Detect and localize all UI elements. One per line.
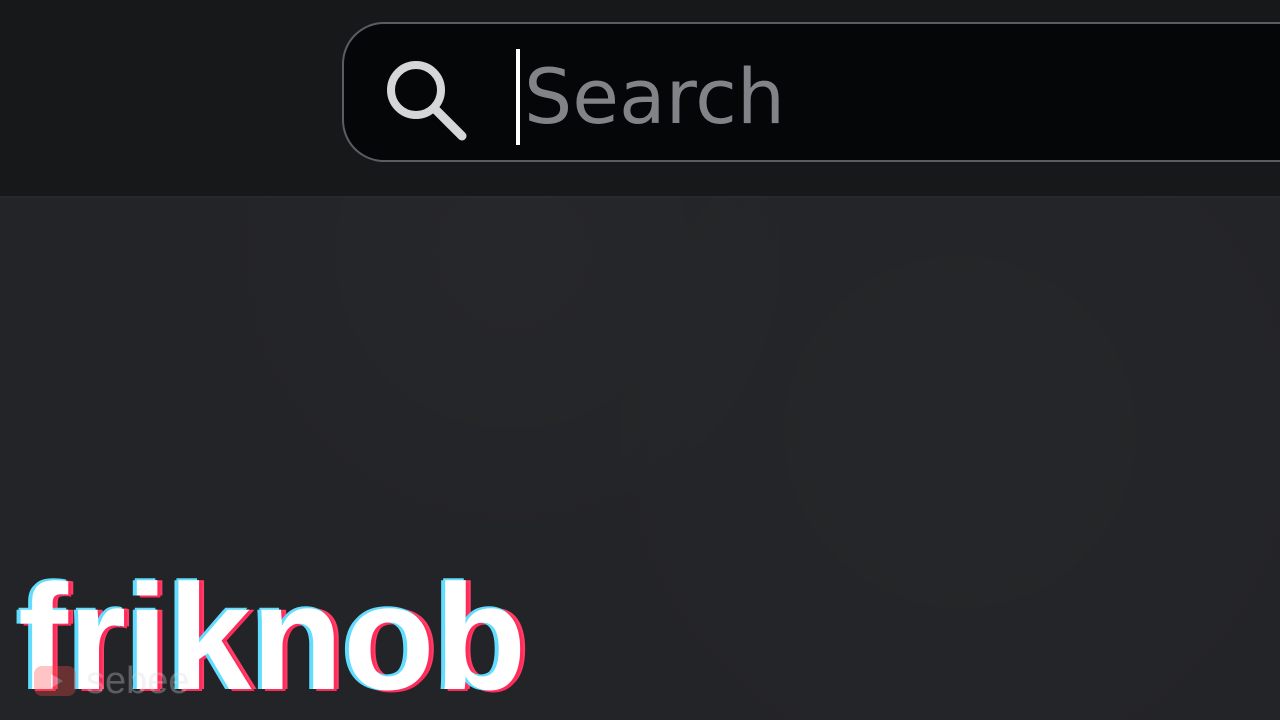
search-input[interactable]: [520, 42, 1164, 152]
video-overlay-title: friknob: [18, 553, 527, 720]
app-window: friknob sebee: [0, 0, 1280, 720]
search-icon[interactable]: [374, 48, 474, 148]
search-box[interactable]: [342, 22, 1280, 162]
text-cursor: [516, 49, 520, 145]
top-search-bar: [0, 0, 1280, 196]
